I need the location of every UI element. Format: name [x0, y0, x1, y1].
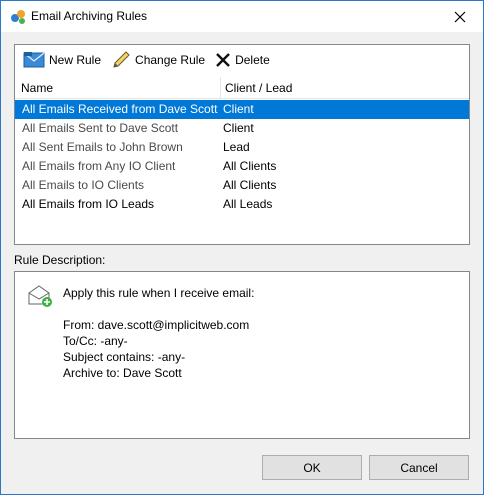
rule-name: All Emails from Any IO Client — [22, 159, 176, 173]
rule-intro-text: Apply this rule when I receive email: — [63, 286, 255, 300]
column-divider[interactable] — [220, 77, 221, 99]
change-rule-label: Change Rule — [135, 53, 206, 67]
rules-list: All Emails Received from Dave Scott Clie… — [15, 100, 469, 214]
window-title: Email Archiving Rules — [31, 9, 148, 23]
list-item[interactable]: All Emails Sent to Dave Scott Client — [15, 119, 469, 138]
rule-client-lead: Client — [223, 121, 254, 135]
ok-button[interactable]: OK — [262, 455, 362, 480]
rule-archive-text: Archive to: Dave Scott — [63, 366, 182, 380]
close-button[interactable] — [437, 1, 483, 32]
rule-client-lead: All Clients — [223, 159, 277, 173]
rule-name: All Sent Emails to John Brown — [22, 140, 183, 154]
rule-subject-text: Subject contains: -any- — [63, 350, 186, 364]
new-email-icon — [23, 52, 45, 68]
new-rule-label: New Rule — [49, 53, 102, 67]
rules-list-panel: New Rule Change Rule Delete Name Client … — [14, 44, 470, 245]
rule-name: All Emails Received from Dave Scott — [22, 102, 218, 116]
column-header-name[interactable]: Name — [21, 81, 53, 95]
list-item[interactable]: All Sent Emails to John Brown Lead — [15, 138, 469, 157]
email-add-icon — [27, 284, 53, 311]
delete-button[interactable]: Delete — [211, 48, 274, 72]
list-item[interactable]: All Emails to IO Clients All Clients — [15, 176, 469, 195]
list-header: Name Client / Lead — [15, 77, 469, 99]
rule-client-lead: All Clients — [223, 178, 277, 192]
change-rule-button[interactable]: Change Rule — [107, 48, 209, 72]
app-icon — [10, 9, 27, 25]
close-icon — [454, 11, 466, 22]
cancel-button[interactable]: Cancel — [369, 455, 469, 480]
rule-client-lead: Client — [223, 102, 254, 116]
rule-tocc-text: To/Cc: -any- — [63, 334, 128, 348]
rule-description-label: Rule Description: — [14, 253, 106, 267]
rule-client-lead: Lead — [223, 140, 250, 154]
list-item[interactable]: All Emails from IO Leads All Leads — [15, 195, 469, 214]
rule-from-text: From: dave.scott@implicitweb.com — [63, 318, 250, 332]
title-bar: Email Archiving Rules — [1, 1, 483, 32]
rule-description-panel: Apply this rule when I receive email: Fr… — [14, 271, 470, 439]
rule-client-lead: All Leads — [223, 197, 273, 211]
rule-name: All Emails from IO Leads — [22, 197, 155, 211]
new-rule-button[interactable]: New Rule — [19, 48, 105, 72]
rule-name: All Emails to IO Clients — [22, 178, 145, 192]
pencil-icon — [113, 51, 130, 68]
list-item[interactable]: All Emails from Any IO Client All Client… — [15, 157, 469, 176]
rules-toolbar: New Rule Change Rule Delete — [15, 45, 469, 75]
delete-label: Delete — [235, 53, 270, 67]
list-item[interactable]: All Emails Received from Dave Scott Clie… — [15, 100, 469, 119]
email-archiving-rules-dialog: Email Archiving Rules New Rule Change Ru… — [0, 0, 484, 495]
delete-icon — [216, 53, 230, 67]
rule-name: All Emails Sent to Dave Scott — [22, 121, 179, 135]
column-header-client-lead[interactable]: Client / Lead — [225, 81, 292, 95]
